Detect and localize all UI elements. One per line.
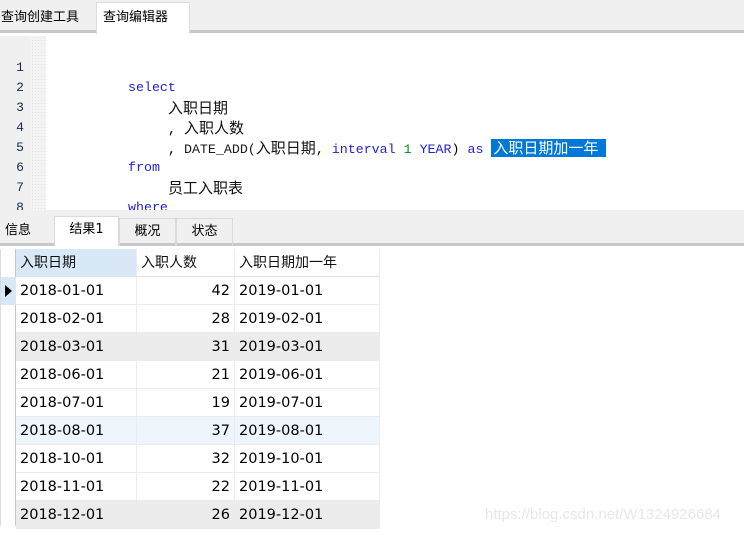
cell-hire-date-plus-year[interactable]: 2019-07-01 <box>235 389 380 417</box>
table-row[interactable]: 2018-03-01 31 2019-03-01 <box>16 333 380 361</box>
tab-status[interactable]: 状态 <box>176 218 233 246</box>
table-row[interactable]: 2018-11-01 22 2019-11-01 <box>16 473 380 501</box>
cell-hire-count[interactable]: 32 <box>137 445 235 473</box>
sql-editor[interactable]: 1 select 2 入职日期 3 , 入职人数 4 , DATE_ADD(入职… <box>0 36 744 237</box>
tab-info[interactable]: 信息 <box>0 218 54 246</box>
cell-hire-date[interactable]: 2018-01-01 <box>16 277 137 305</box>
cell-hire-date[interactable]: 2018-03-01 <box>16 333 137 361</box>
code-line-5: 5 from <box>0 118 744 175</box>
result-tab-bar: 信息 结果1 概况 状态 <box>0 210 744 246</box>
column-header-hire-date-plus-year[interactable]: 入职日期加一年 <box>235 249 380 277</box>
cell-hire-date-plus-year[interactable]: 2019-12-01 <box>235 501 380 529</box>
code-line-3: 3 , 入职人数 <box>0 78 744 137</box>
table-row[interactable]: 2018-08-01 37 2019-08-01 <box>16 417 380 445</box>
cell-hire-date[interactable]: 2018-08-01 <box>16 417 137 445</box>
code-line-7: 7 where <box>0 158 744 215</box>
tab-result-1[interactable]: 结果1 <box>54 216 119 246</box>
cell-hire-date-plus-year[interactable]: 2019-08-01 <box>235 417 380 445</box>
cell-hire-date[interactable]: 2018-12-01 <box>16 501 137 529</box>
column-header-hire-date[interactable]: 入职日期 <box>16 249 137 277</box>
table-row[interactable]: 2018-02-01 28 2019-02-01 <box>16 305 380 333</box>
grid-header-row: 入职日期 入职人数 入职日期加一年 <box>16 249 380 277</box>
cell-hire-count[interactable]: 37 <box>137 417 235 445</box>
tab-overview[interactable]: 概况 <box>119 218 176 246</box>
cell-hire-count[interactable]: 26 <box>137 501 235 529</box>
cell-hire-count[interactable]: 28 <box>137 305 235 333</box>
table-row[interactable]: 2018-10-01 32 2019-10-01 <box>16 445 380 473</box>
cell-hire-date[interactable]: 2018-07-01 <box>16 389 137 417</box>
tab-query-builder[interactable]: 查询创建工具 <box>0 3 96 33</box>
code-line-6: 6 员工入职表 <box>0 138 744 197</box>
code-line-4: 4 , DATE_ADD(入职日期, interval 1 YEAR) as 入… <box>0 98 744 157</box>
table-row[interactable]: 2018-01-01 42 2019-01-01 <box>16 277 380 305</box>
editor-tab-bar: 查询创建工具 查询编辑器 <box>0 0 744 34</box>
cell-hire-count[interactable]: 21 <box>137 361 235 389</box>
tab-query-editor[interactable]: 查询编辑器 <box>96 2 190 34</box>
cell-hire-date-plus-year[interactable]: 2019-11-01 <box>235 473 380 501</box>
cell-hire-date[interactable]: 2018-11-01 <box>16 473 137 501</box>
cell-hire-date[interactable]: 2018-10-01 <box>16 445 137 473</box>
cell-hire-date-plus-year[interactable]: 2019-06-01 <box>235 361 380 389</box>
row-indicator-column <box>0 249 16 526</box>
cell-hire-count[interactable]: 19 <box>137 389 235 417</box>
column-header-hire-count[interactable]: 入职人数 <box>137 249 235 277</box>
table-row[interactable]: 2018-06-01 21 2019-06-01 <box>16 361 380 389</box>
cell-hire-date[interactable]: 2018-06-01 <box>16 361 137 389</box>
cell-hire-date-plus-year[interactable]: 2019-01-01 <box>235 277 380 305</box>
table-row[interactable]: 2018-07-01 19 2019-07-01 <box>16 389 380 417</box>
code-line-8: 8 year (入职日期) = '2018' <box>0 178 744 237</box>
current-row-arrow-icon <box>5 285 12 297</box>
cell-hire-count[interactable]: 22 <box>137 473 235 501</box>
cell-hire-count[interactable]: 42 <box>137 277 235 305</box>
code-line-2: 2 入职日期 <box>0 58 744 117</box>
cell-hire-date[interactable]: 2018-02-01 <box>16 305 137 333</box>
watermark: https://blog.csdn.net/W1324926684 <box>485 506 722 523</box>
cell-hire-date-plus-year[interactable]: 2019-03-01 <box>235 333 380 361</box>
cell-hire-count[interactable]: 31 <box>137 333 235 361</box>
table-row[interactable]: 2018-12-01 26 2019-12-01 <box>16 501 380 529</box>
cell-hire-date-plus-year[interactable]: 2019-10-01 <box>235 445 380 473</box>
cell-hire-date-plus-year[interactable]: 2019-02-01 <box>235 305 380 333</box>
code-line-1: 1 select <box>0 38 744 95</box>
